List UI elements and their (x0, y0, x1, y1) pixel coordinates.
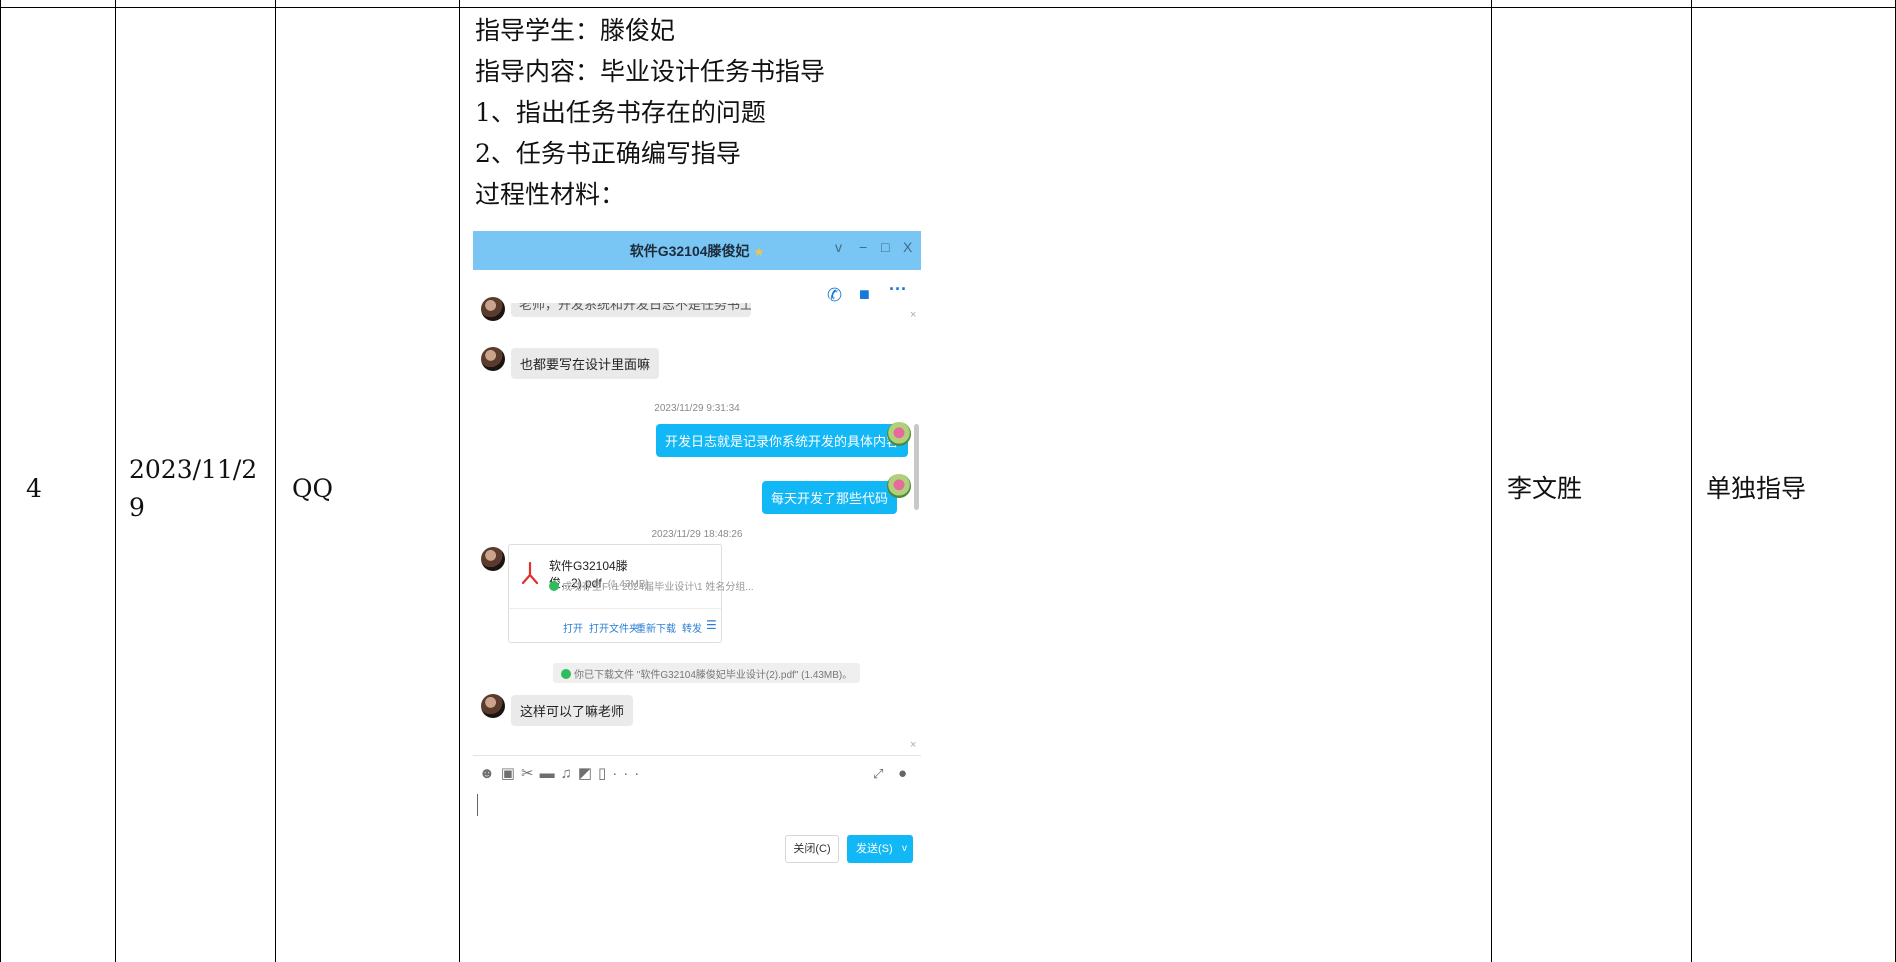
text-input[interactable] (477, 794, 478, 816)
pdf-icon (521, 561, 539, 585)
video-icon[interactable]: ■ (859, 284, 870, 305)
chat-reply: 每天开发了那些代码 (762, 481, 898, 514)
more-icon[interactable]: ··· (612, 765, 645, 782)
cut-off-message: 老师，开发系统和开发日志不是任务书上的嘛 (511, 303, 751, 317)
avatar (887, 474, 911, 498)
send-button[interactable]: 发送(S) v (847, 835, 913, 863)
chat-message: 这样可以了嘛老师 (511, 695, 634, 726)
avatar (481, 694, 505, 718)
table-border-left (0, 0, 1, 962)
music-icon[interactable]: ♫ (561, 765, 578, 782)
chat-title: 软件G32104滕俊妃 ★ (473, 241, 921, 261)
gif-icon[interactable]: ▣ (501, 765, 521, 782)
row-date-line2: 9 (129, 493, 145, 522)
check-icon (561, 669, 571, 679)
file-forward-link[interactable]: 转发 (682, 620, 702, 635)
phone-icon[interactable]: ✆ (827, 285, 842, 306)
folder-icon[interactable]: ▬ (540, 765, 561, 782)
collapse-icon[interactable]: × (910, 739, 916, 751)
chat-scrollbar[interactable] (914, 424, 919, 510)
table-divider-2 (275, 0, 276, 962)
file-actions: 打开 打开文件夹 重新下载 转发 ☰ (509, 608, 721, 642)
check-icon (549, 581, 559, 591)
image-icon[interactable]: ◩ (578, 765, 598, 782)
chat-title-text: 软件G32104滕俊妃 (629, 243, 750, 259)
row-teacher: 李文胜 (1507, 474, 1583, 503)
file-redownload-link[interactable]: 重新下载 (636, 620, 676, 635)
table-divider-5 (1691, 0, 1692, 962)
collapse-icon[interactable]: × (910, 309, 916, 321)
download-notice: 你已下载文件 "软件G32104滕俊妃毕业设计(2).pdf" (1.43MB)… (553, 663, 861, 683)
table-divider-4 (1491, 0, 1492, 962)
input-toolbar: ☻▣✂▬♫◩▯··· (479, 764, 645, 782)
close-icon[interactable]: X (903, 239, 912, 255)
avatar (887, 422, 911, 446)
content-line: 指导学生：滕俊妃 (475, 16, 676, 45)
clock-icon[interactable]: ● (898, 765, 907, 782)
content-line: 指导内容：毕业设计任务书指导 (475, 57, 826, 86)
cut-off-message-text: 老师，开发系统和开发日志不是任务书上的嘛 (519, 303, 751, 312)
row-date-line1: 2023/11/2 (129, 455, 258, 484)
content-line: 过程性材料： (475, 180, 626, 209)
table-divider-3 (459, 0, 460, 962)
row-index: 4 (26, 474, 42, 503)
close-button[interactable]: 关闭(C) (785, 835, 839, 863)
file-status-text: 成功存至F:\1 2024届毕业设计\1 姓名分组... (562, 582, 754, 593)
table-divider-1 (115, 0, 116, 962)
chevron-down-icon[interactable]: v (835, 239, 842, 255)
download-notice-text: 你已下载文件 "软件G32104滕俊妃毕业设计(2).pdf" (1.43MB)… (574, 670, 853, 681)
chat-titlebar: 软件G32104滕俊妃 ★ v − □ X (473, 231, 921, 270)
input-divider (473, 755, 921, 756)
avatar (481, 547, 505, 571)
emoji-icon[interactable]: ☻ (479, 765, 501, 782)
content-line: 2、任务书正确编写指导 (475, 139, 741, 168)
minimize-icon[interactable]: − (859, 239, 867, 255)
expand-icon[interactable]: ⤢ (873, 766, 883, 782)
chat-reply: 开发日志就是记录你系统开发的具体内容 (656, 424, 909, 457)
maximize-icon[interactable]: □ (881, 239, 889, 255)
file-card[interactable]: 软件G32104滕俊...2).pdf (1.43MB) 成功存至F:\1 202… (508, 544, 754, 643)
chat-message: 也都要写在设计里面嘛 (511, 348, 660, 379)
file-open-folder-link[interactable]: 打开文件夹 (589, 620, 639, 635)
send-button-label: 发送(S) (856, 843, 893, 855)
file-open-link[interactable]: 打开 (563, 620, 583, 635)
content-line: 1、指出任务书存在的问题 (475, 98, 766, 127)
qq-chat-screenshot: 软件G32104滕俊妃 ★ v − □ X ✆ ■ ··· 老师，开发系统和开发日… (473, 231, 921, 878)
file-status: 成功存至F:\1 2024届毕业设计\1 姓名分组... (549, 578, 754, 593)
phone-screen-icon[interactable]: ▯ (598, 765, 612, 782)
row-type: 单独指导 (1706, 474, 1807, 503)
chevron-down-icon[interactable]: v (902, 835, 907, 863)
avatar (481, 297, 505, 321)
row-method: QQ (292, 474, 333, 503)
chat-timestamp: 2023/11/29 9:31:34 (654, 403, 740, 414)
table-border-top (0, 7, 1896, 8)
chat-timestamp: 2023/11/29 18:48:26 (651, 529, 743, 540)
scissors-icon[interactable]: ✂ (521, 765, 540, 782)
menu-icon[interactable]: ☰ (706, 618, 717, 632)
star-icon: ★ (753, 245, 765, 259)
avatar (481, 347, 505, 371)
more-icon[interactable]: ··· (889, 279, 907, 300)
